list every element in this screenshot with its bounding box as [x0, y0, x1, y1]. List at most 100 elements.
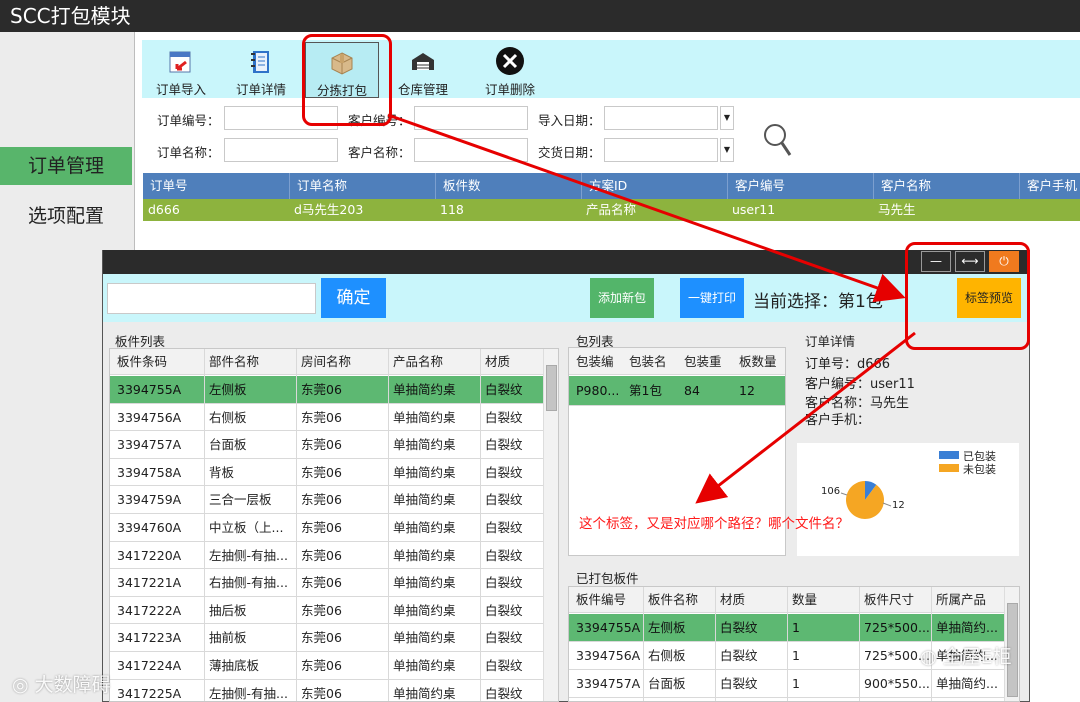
import-date-input[interactable]	[604, 106, 718, 130]
cell: 抽后板	[209, 602, 247, 618]
warehouse-button[interactable]: 仓库管理	[391, 42, 455, 98]
cell: 白裂纹	[485, 547, 523, 563]
table-row[interactable]: 3394757A 台面板 白裂纹 1 900*550... 单抽简约...	[569, 670, 1019, 698]
customer-no-input[interactable]	[414, 106, 528, 130]
cell: 东莞06	[301, 685, 342, 701]
board-list-header: 板件条码 部件名称 房间名称 产品名称 材质	[110, 349, 558, 375]
order-name-input[interactable]	[224, 138, 338, 162]
table-row[interactable]: 3417224A 薄抽底板 东莞06 单抽简约桌 白裂纹	[110, 652, 558, 680]
toolbar-label: 订单删除	[484, 82, 535, 97]
table-row[interactable]: 3394758A 背板 东莞06 单抽简约桌 白裂纹	[110, 459, 558, 487]
column-header[interactable]: 板件条码	[112, 349, 204, 375]
nav-item-order-management[interactable]: 订单管理	[0, 147, 132, 185]
table-row[interactable]: 3394757A 台面板 东莞06 单抽简约桌 白裂纹	[110, 431, 558, 459]
search-icon[interactable]	[762, 122, 794, 158]
column-header[interactable]: 板件数	[435, 173, 581, 199]
watermark-logo-icon: ◎	[12, 674, 29, 696]
chevron-down-icon[interactable]: ▼	[720, 138, 734, 162]
column-header[interactable]: 板件尺寸	[859, 587, 931, 613]
cell: 东莞06	[301, 520, 342, 535]
order-name-label: 订单名称：	[157, 145, 220, 160]
cell: 台面板	[209, 437, 247, 453]
cell: 白裂纹	[485, 575, 523, 591]
table-row[interactable]: 3417223A 抽前板 东莞06 单抽简约桌 白裂纹	[110, 624, 558, 652]
column-header[interactable]: 包装重	[679, 348, 734, 375]
board-list-scrollbar[interactable]	[543, 349, 558, 701]
column-header[interactable]: 订单号	[143, 173, 289, 199]
cell: 单抽简约桌	[393, 382, 456, 397]
column-header[interactable]: 板件名称	[643, 587, 715, 613]
nav-item-option-config[interactable]: 选项配置	[0, 197, 132, 235]
cell: 左侧板	[648, 620, 686, 635]
annotation-box-label-preview	[905, 242, 1030, 350]
column-header[interactable]: 房间名称	[296, 349, 388, 375]
customer-name-input[interactable]	[414, 138, 528, 162]
cell: 白裂纹	[485, 520, 523, 535]
add-pack-button[interactable]: 添加新包	[590, 278, 654, 318]
cell: 白裂纹	[485, 492, 523, 508]
table-row[interactable]: 3417221A 右抽侧-有抽... 东莞06 单抽简约桌 白裂纹	[110, 569, 558, 597]
cell: 3394759A	[117, 492, 182, 508]
import-date-label: 导入日期：	[538, 113, 601, 128]
cell: 单抽简约桌	[393, 575, 456, 591]
cell: 左侧板	[209, 382, 247, 397]
watermark-right: ◍ 全屋E柜	[920, 642, 1012, 669]
column-header[interactable]: 包装名	[624, 348, 679, 375]
column-header[interactable]: 板件编号	[571, 587, 643, 613]
scrollbar-thumb[interactable]	[546, 365, 557, 411]
cell: 白裂纹	[485, 409, 523, 425]
column-header[interactable]: 部件名称	[204, 349, 296, 375]
cell: 东莞06	[301, 547, 342, 563]
cell: 产品名称	[586, 202, 637, 217]
cell: 单抽简约桌	[393, 547, 456, 563]
table-row[interactable]: 3394756A 右侧板 东莞06 单抽简约桌 白裂纹	[110, 404, 558, 432]
cell: 3417223A	[117, 630, 182, 646]
table-row[interactable]: 3394760A 中立板（上... 东莞06 单抽简约桌 白裂纹	[110, 514, 558, 542]
column-header[interactable]: 板数量	[734, 348, 785, 375]
column-header[interactable]: 方案ID	[581, 173, 727, 199]
cell: 台面板	[648, 676, 686, 691]
cell: 白裂纹	[720, 648, 758, 663]
table-row[interactable]: 3394755A 左侧板 白裂纹 1 725*500... 单抽简约...	[569, 614, 1019, 642]
confirm-button[interactable]: 确定	[321, 278, 386, 318]
order-detail-button[interactable]: 订单详情	[230, 42, 292, 98]
table-row[interactable]: 3394759A 三合一层板 东莞06 单抽简约桌 白裂纹	[110, 486, 558, 514]
column-header[interactable]: 产品名称	[388, 349, 480, 375]
table-row[interactable]: d666 d马先生203 118 产品名称 user11 马先生	[143, 199, 1080, 221]
barcode-input[interactable]	[107, 283, 316, 314]
cell: 抽前板	[209, 630, 247, 646]
column-header[interactable]: 材质	[480, 349, 542, 375]
cell: 白裂纹	[485, 437, 523, 453]
table-row[interactable]: 3417225A 左抽侧-有抽... 东莞06 单抽简约桌 白裂纹	[110, 680, 558, 701]
column-header[interactable]: 客户名称	[873, 173, 1019, 199]
cell: 东莞06	[301, 575, 342, 591]
table-row[interactable]: 3417222A 抽后板 东莞06 单抽简约桌 白裂纹	[110, 597, 558, 625]
order-delete-button[interactable]: 订单删除	[478, 42, 542, 98]
chevron-down-icon[interactable]: ▼	[720, 106, 734, 130]
table-row[interactable]: 3394755A 左侧板 东莞06 单抽简约桌 白裂纹	[110, 376, 558, 404]
column-header[interactable]: 数量	[787, 587, 859, 613]
column-header[interactable]: 材质	[715, 587, 787, 613]
column-header[interactable]: 客户手机	[1019, 173, 1080, 199]
column-header[interactable]: 订单名称	[289, 173, 435, 199]
cell: 3394757A	[576, 676, 641, 691]
one-click-print-button[interactable]: 一键打印	[680, 278, 744, 318]
cell: 单抽简约桌	[393, 409, 456, 425]
column-header[interactable]: 所属产品	[931, 587, 1003, 613]
column-header[interactable]: 包装编	[571, 348, 626, 375]
table-row[interactable]: 3417220A 左抽侧-有抽... 东莞06 单抽简约桌 白裂纹	[110, 542, 558, 570]
cell: 3417221A	[117, 575, 182, 591]
cell: 白裂纹	[485, 630, 523, 646]
toolbar-label: 仓库管理	[397, 82, 448, 97]
cell: 左抽侧-有抽...	[209, 547, 288, 563]
main-toolbar: 订单导入 订单详情 分拣打包 仓库管理 订单删除	[142, 40, 1080, 98]
column-header[interactable]: 客户编号	[727, 173, 873, 199]
cell: 东莞06	[301, 437, 342, 453]
cell: d666	[148, 202, 180, 217]
cell: 背板	[209, 464, 235, 480]
order-import-button[interactable]: 订单导入	[150, 42, 212, 98]
table-row[interactable]: P980... 第1包 84 12	[569, 376, 785, 406]
delivery-date-input[interactable]	[604, 138, 718, 162]
dialog-titlebar: — ⟷ ⏻	[103, 250, 1030, 274]
cell: 3417222A	[117, 602, 182, 618]
